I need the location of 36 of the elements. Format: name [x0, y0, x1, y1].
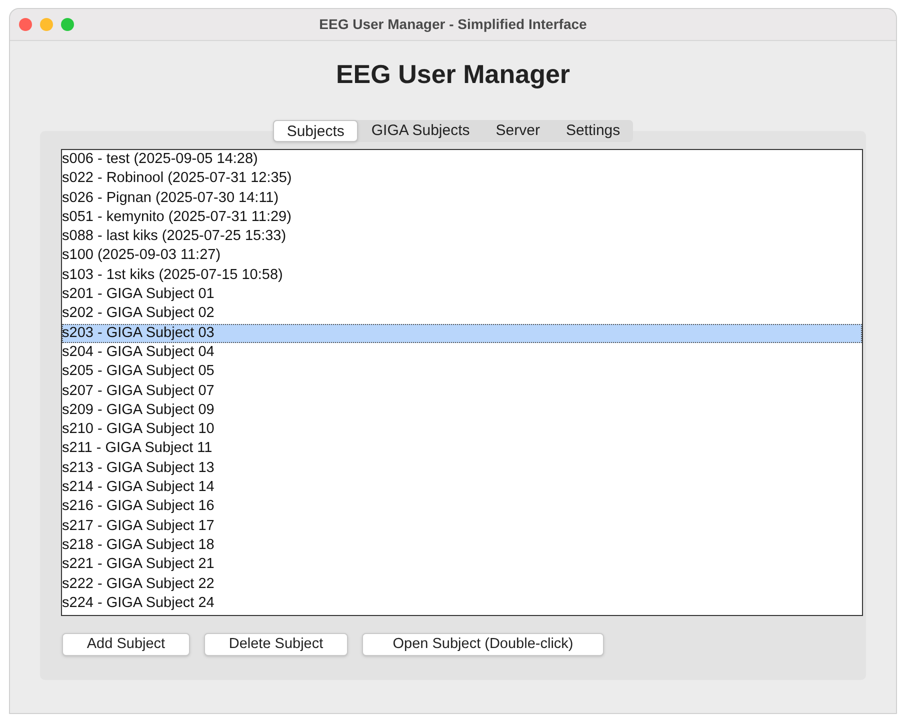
- list-item[interactable]: s100 (2025-09-03 11:27): [62, 246, 862, 266]
- list-item[interactable]: s201 - GIGA Subject 01: [62, 285, 862, 304]
- list-item[interactable]: s210 - GIGA Subject 10: [62, 420, 862, 440]
- list-item[interactable]: s214 - GIGA Subject 14: [62, 478, 862, 498]
- list-item[interactable]: s202 - GIGA Subject 02: [62, 304, 862, 324]
- list-item[interactable]: s006 - test (2025-09-05 14:28): [62, 150, 862, 170]
- list-item[interactable]: s217 - GIGA Subject 17: [62, 516, 862, 536]
- zoom-button[interactable]: [61, 18, 74, 31]
- tab[interactable]: GIGA Subjects: [358, 120, 483, 142]
- list-item[interactable]: s216 - GIGA Subject 16: [62, 497, 862, 517]
- tab[interactable]: Subjects: [272, 120, 358, 142]
- action-button[interactable]: Delete Subject: [204, 633, 348, 656]
- list-item[interactable]: s026 - Pignan (2025-07-30 14:11): [62, 188, 862, 208]
- list-item[interactable]: s211 - GIGA Subject 11: [62, 439, 862, 459]
- window-title: EEG User Manager - Simplified Interface: [319, 15, 587, 34]
- list-item[interactable]: s088 - last kiks (2025-07-25 15:33): [62, 227, 862, 246]
- list-item[interactable]: s218 - GIGA Subject 18: [62, 536, 862, 556]
- list-item[interactable]: s209 - GIGA Subject 09: [62, 400, 862, 420]
- close-button[interactable]: [19, 18, 32, 31]
- list-item[interactable]: s051 - kemynito (2025-07-31 11:29): [62, 208, 862, 228]
- list-item[interactable]: s204 - GIGA Subject 04: [62, 342, 862, 362]
- list-item[interactable]: s203 - GIGA Subject 03: [62, 324, 862, 343]
- list-item[interactable]: s022 - Robinool (2025-07-31 12:35): [62, 169, 862, 189]
- list-item[interactable]: s222 - GIGA Subject 22: [62, 574, 862, 594]
- tab[interactable]: Server: [482, 120, 553, 142]
- list-item[interactable]: s224 - GIGA Subject 24: [62, 594, 862, 614]
- action-button[interactable]: Open Subject (Double-click): [362, 633, 604, 656]
- list-item[interactable]: s205 - GIGA Subject 05: [62, 362, 862, 382]
- app-heading: EEG User Manager: [336, 58, 570, 91]
- minimize-button[interactable]: [40, 18, 53, 31]
- list-item[interactable]: s103 - 1st kiks (2025-07-15 10:58): [62, 266, 862, 286]
- action-button[interactable]: Add Subject: [62, 633, 190, 656]
- tab[interactable]: Settings: [552, 120, 634, 142]
- list-item[interactable]: s207 - GIGA Subject 07: [62, 382, 862, 401]
- list-item[interactable]: s213 - GIGA Subject 13: [62, 458, 862, 478]
- list-item[interactable]: s221 - GIGA Subject 21: [62, 555, 862, 575]
